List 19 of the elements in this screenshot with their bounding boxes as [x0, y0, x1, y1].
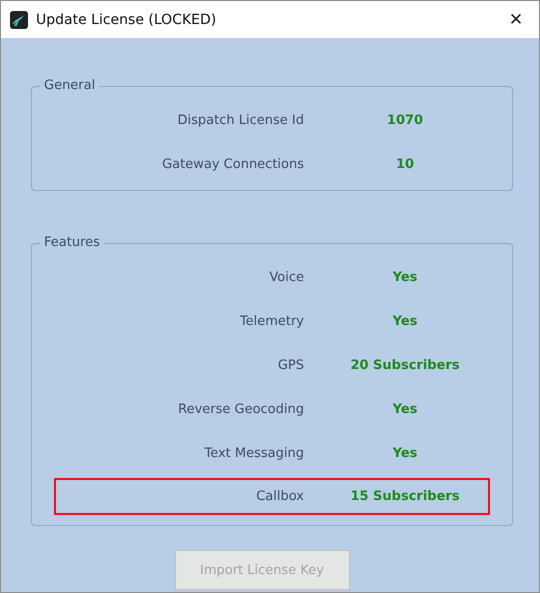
field-label: Gateway Connections: [162, 157, 304, 172]
window-title: Update License (LOCKED): [36, 12, 218, 28]
field-label: Reverse Geocoding: [178, 402, 304, 417]
field-value: Yes: [392, 314, 418, 329]
field-value: 1070: [386, 113, 424, 128]
field-label: Text Messaging: [204, 446, 304, 461]
field-label: Callbox: [256, 489, 304, 504]
field-value: Yes: [392, 402, 418, 417]
field-value: 15 Subscribers: [350, 489, 460, 504]
field-value: Yes: [392, 446, 418, 461]
app-logo-icon: [10, 10, 28, 28]
field-value: Yes: [392, 270, 418, 285]
field-label: GPS: [278, 358, 304, 373]
close-button[interactable]: ✕: [493, 1, 539, 38]
field-label: Telemetry: [240, 314, 304, 329]
field-value: 20 Subscribers: [350, 358, 460, 373]
field-label: Voice: [269, 270, 304, 285]
field-value: 10: [396, 157, 414, 172]
field-label: Dispatch License Id: [178, 113, 304, 128]
